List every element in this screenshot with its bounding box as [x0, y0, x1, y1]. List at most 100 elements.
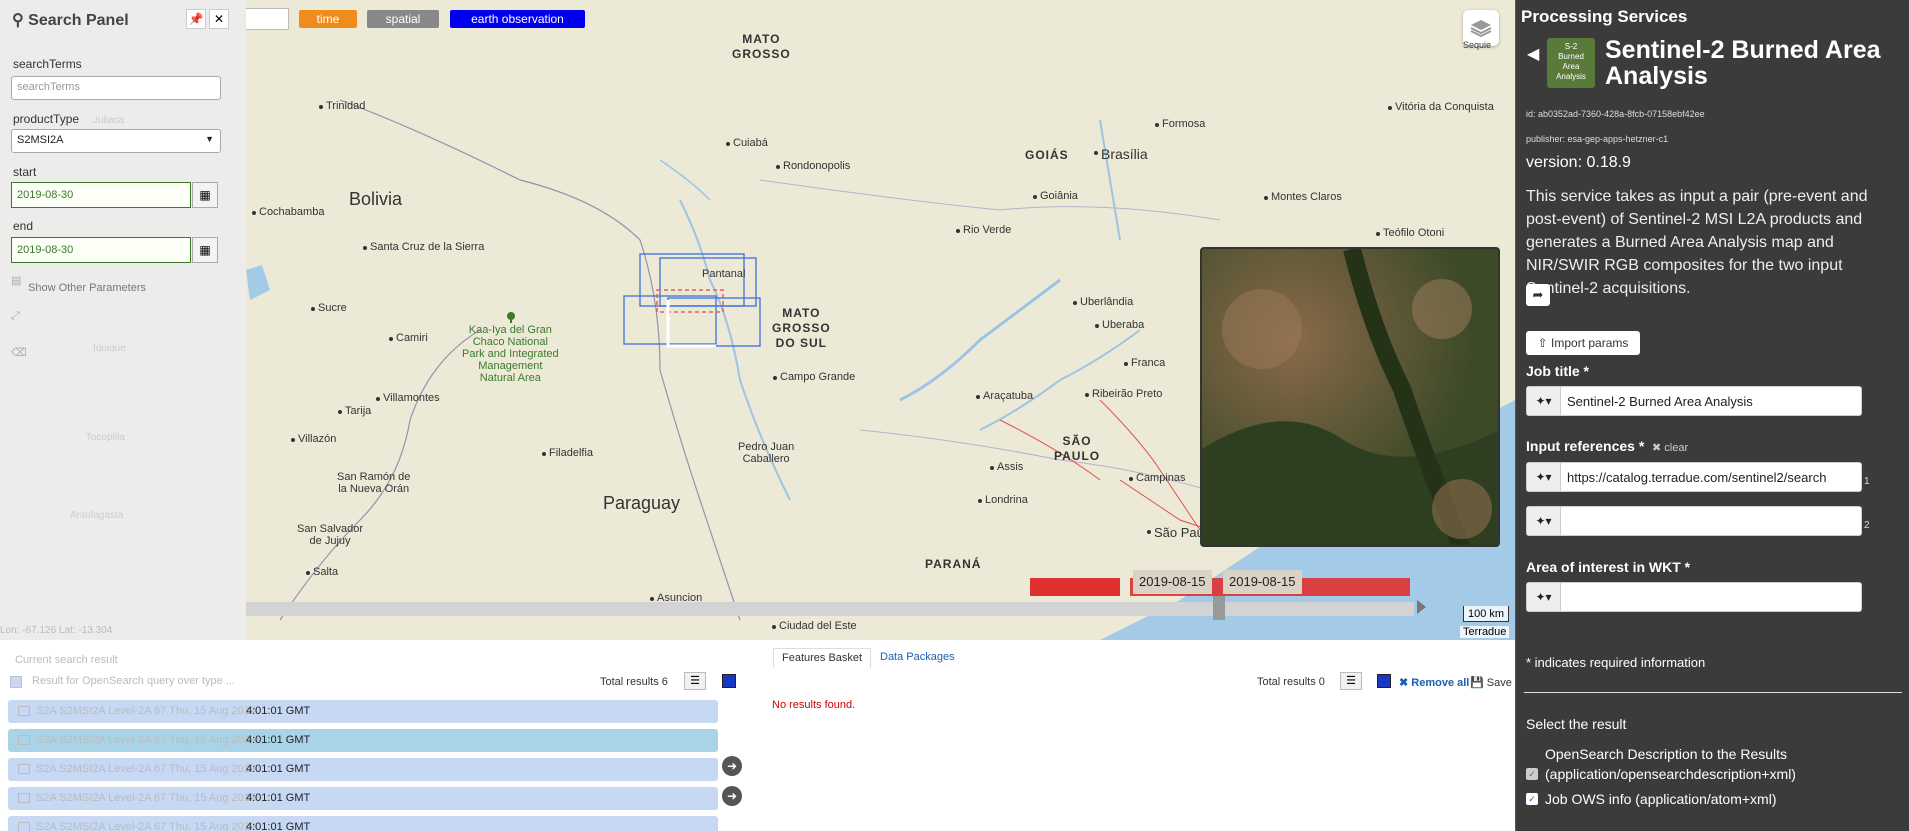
share-button[interactable]: ➦ [1526, 284, 1550, 306]
color-picker[interactable] [1377, 674, 1391, 688]
country-label: Paraguay [603, 493, 681, 513]
city-label: Uberlândia [1072, 296, 1134, 308]
map-attribution: Terradue [1460, 626, 1510, 638]
map-tool-icon[interactable]: ▤ [11, 274, 27, 290]
job-title-field[interactable]: ✦▾ Sentinel-2 Burned Area Analysis [1526, 386, 1862, 416]
city-label: Filadelfia [541, 447, 594, 459]
wand-icon[interactable]: ✦▾ [1527, 387, 1561, 415]
search-icon: ⚲ [12, 12, 24, 29]
searchterms-input[interactable]: searchTerms [11, 76, 221, 100]
result-time: 4:01:01 GMT [246, 763, 311, 775]
service-description: This service takes as input a pair (pre-… [1526, 188, 1868, 297]
expand-icon[interactable]: ⤢ [11, 310, 27, 326]
result-row[interactable]: S2A S2MSI2A Level-2A 67 Thu, 15 Aug 2019… [8, 700, 718, 723]
start-date-input[interactable]: 2019-08-30 [11, 182, 191, 208]
import-params-label: Import params [1551, 336, 1629, 350]
close-button[interactable]: ✕ [209, 9, 229, 29]
faded-city: Iquique [93, 343, 126, 354]
share-icon: ➦ [1532, 287, 1544, 302]
service-id: id: ab0352ad-7360-428a-8fcb-07158ebf42ee [1526, 109, 1705, 119]
city-label: Tarija [337, 405, 372, 417]
aoi-field[interactable]: ✦▾ [1526, 582, 1862, 612]
service-logo: S-2 Burned Area Analysis [1547, 38, 1595, 88]
timeline-bar[interactable] [246, 602, 1414, 616]
product-icon [18, 822, 30, 831]
timeline-handle[interactable] [1213, 596, 1225, 620]
clear-link[interactable]: ✖ clear [1652, 441, 1688, 454]
arrow-right-icon[interactable]: ➜ [722, 786, 742, 806]
result-row[interactable]: S2A S2MSI2A Level-2A 67 Thu, 15 Aug 2019… [8, 787, 718, 810]
end-date-input[interactable]: 2019-08-30 [11, 237, 191, 263]
input-reference-field-2[interactable]: ✦▾ [1526, 506, 1862, 536]
list-view-button[interactable]: ☰ [1340, 672, 1362, 690]
faded-city: Juliaca [93, 115, 125, 126]
list-view-button[interactable]: ☰ [684, 672, 706, 690]
timeline-date-start: 2019-08-15 [1133, 570, 1212, 594]
filter-tag-time[interactable]: time [299, 10, 357, 28]
result-row[interactable]: S2A S2MSI2A Level-2A 67 Thu, 15 Aug 2019… [8, 729, 718, 752]
coordinates-readout: Lon: -67.126 Lat: -13.304 [0, 625, 113, 636]
pin-button[interactable]: 📌 [186, 9, 206, 29]
arrow-right-icon[interactable]: ➜ [722, 756, 742, 776]
input-reference-index: 2 [1864, 520, 1870, 531]
result-label: S2A S2MSI2A Level-2A 67 Thu, 15 Aug 2019 [36, 821, 256, 831]
result-label: S2A S2MSI2A Level-2A 67 Thu, 15 Aug 2019 [36, 792, 256, 804]
calendar-icon[interactable]: ▦ [192, 182, 218, 208]
city-label: Uberaba [1094, 319, 1145, 331]
city-label: Pantanal [702, 268, 746, 280]
remove-all-link[interactable]: ✖ Remove all [1399, 676, 1469, 689]
import-params-button[interactable]: ⇧ Import params [1526, 331, 1640, 355]
tab-features-basket[interactable]: Features Basket [773, 648, 872, 668]
divider [1524, 692, 1902, 693]
result-row[interactable]: S2A S2MSI2A Level-2A 67 Thu, 15 Aug 2019… [8, 816, 718, 831]
job-title-label: Job title * [1526, 363, 1590, 379]
features-basket-pane [760, 640, 1515, 831]
park-icon [507, 312, 515, 323]
product-icon [18, 764, 30, 775]
wand-icon[interactable]: ✦▾ [1527, 583, 1561, 611]
wand-icon[interactable]: ✦▾ [1527, 463, 1561, 491]
filter-tag-spatial[interactable]: spatial [367, 10, 439, 28]
back-icon[interactable]: ◀ [1527, 44, 1539, 64]
calendar-icon[interactable]: ▦ [192, 237, 218, 263]
eraser-icon[interactable]: ⌫ [11, 346, 27, 362]
producttype-select[interactable]: S2MSI2A ▼ [11, 129, 221, 153]
results-total: Total results 6 [600, 676, 668, 688]
timeline-next-icon[interactable] [1417, 600, 1426, 614]
city-label: Ribeirão Preto [1084, 388, 1163, 400]
result-checkbox-1[interactable]: ✓ [1526, 768, 1538, 780]
color-picker[interactable] [722, 674, 736, 688]
city-label: Vitória da Conquista [1388, 101, 1494, 113]
result-label: S2A S2MSI2A Level-2A 67 Thu, 15 Aug 2019 [36, 763, 256, 775]
result-row[interactable]: S2A S2MSI2A Level-2A 67 Thu, 15 Aug 2019… [8, 758, 718, 781]
city-label: Trinidad [318, 100, 366, 112]
result-time: 4:01:01 GMT [246, 705, 311, 717]
tab-data-packages[interactable]: Data Packages [872, 648, 963, 668]
result-option-1[interactable]: OpenSearch Description to the Results (a… [1545, 744, 1796, 784]
city-label: Teófilo Otoni [1375, 227, 1445, 239]
filter-tag-earth-observation[interactable]: earth observation [450, 10, 585, 28]
result-label: S2A S2MSI2A Level-2A 67 Thu, 15 Aug 2019 [36, 705, 256, 717]
city-label: Pedro Juan Caballero [738, 441, 795, 465]
results-icon [10, 676, 22, 688]
wand-icon[interactable]: ✦▾ [1527, 507, 1561, 535]
result-checkbox-2[interactable]: ✓ [1526, 793, 1538, 805]
result-time: 4:01:01 GMT [246, 792, 311, 804]
city-label: Assis [989, 461, 1024, 473]
input-reference-field-1[interactable]: ✦▾ https://catalog.terradue.com/sentinel… [1526, 462, 1862, 492]
layers-icon [1470, 20, 1492, 38]
result-time: 4:01:01 GMT [246, 821, 311, 831]
producttype-label: productType [13, 112, 80, 126]
park-label: Kaa-Iya del Gran Chaco National Park and… [462, 324, 559, 384]
city-label: Brasília [1094, 146, 1148, 162]
save-link[interactable]: 💾 Save [1470, 676, 1512, 689]
city-label: Villamontes [376, 392, 440, 404]
show-other-parameters-link[interactable]: Show Other Parameters [28, 282, 146, 294]
no-results-text: No results found. [772, 699, 856, 711]
faded-city: Tocopilla [86, 432, 125, 443]
result-option-2[interactable]: Job OWS info (application/atom+xml) [1545, 789, 1776, 809]
results-title: Current search result [15, 654, 118, 666]
city-label: Rondonopolis [775, 160, 851, 172]
filter-input-box[interactable] [245, 8, 289, 30]
state-label: GOIÁS [1025, 148, 1069, 162]
